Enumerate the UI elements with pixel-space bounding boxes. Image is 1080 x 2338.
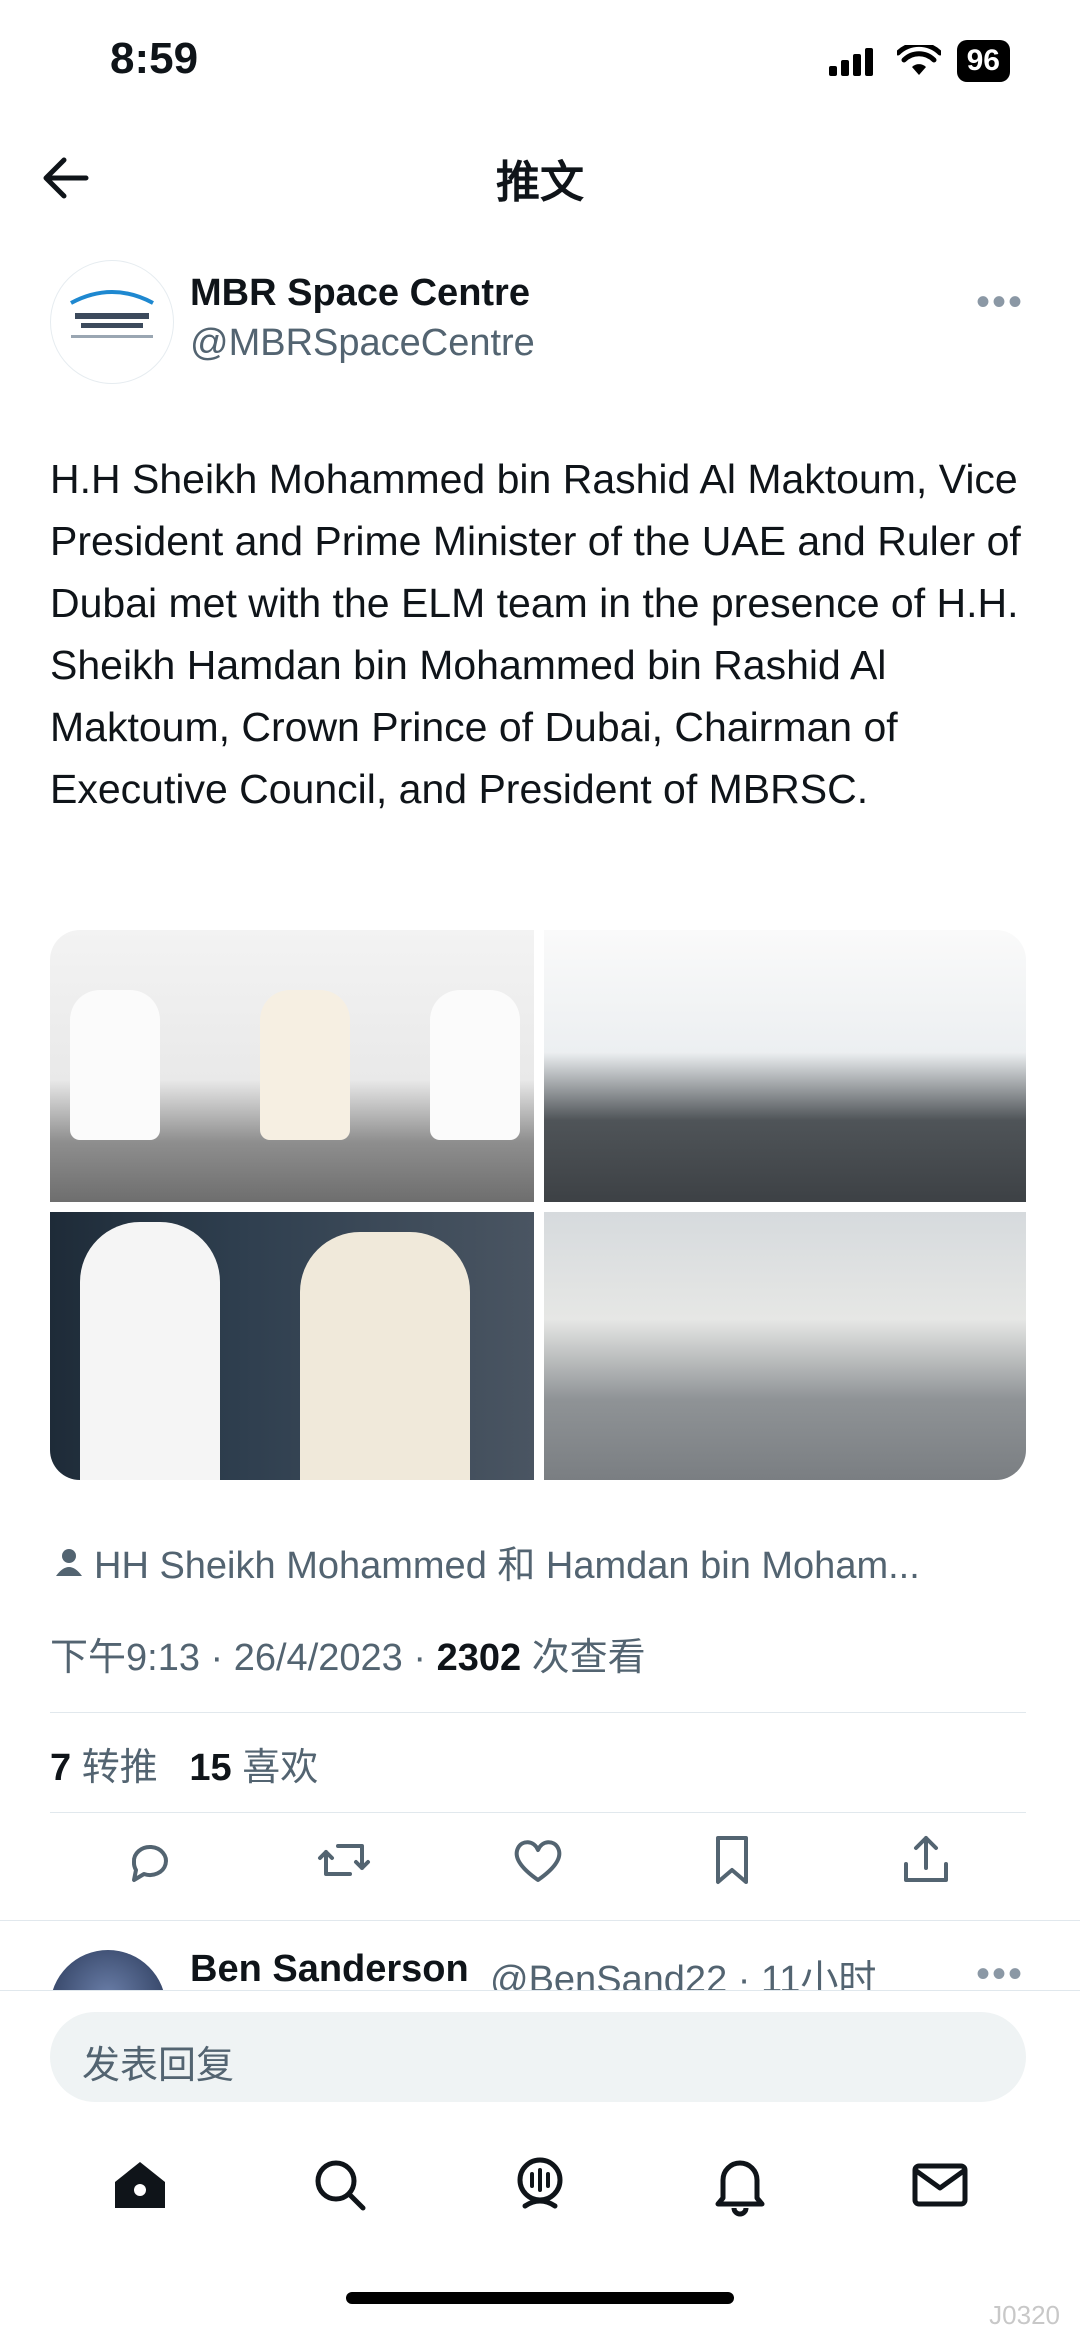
home-icon[interactable] bbox=[105, 2150, 175, 2220]
divider bbox=[50, 1812, 1026, 1813]
person-icon bbox=[56, 1548, 82, 1576]
tagged-people-text: HH Sheikh Mohammed 和 Hamdan bin Moham... bbox=[94, 1545, 920, 1587]
status-time: 8:59 bbox=[110, 34, 199, 83]
cellular-signal-icon bbox=[828, 48, 873, 76]
photo-1[interactable] bbox=[50, 930, 534, 1202]
bookmark-icon[interactable] bbox=[702, 1830, 762, 1890]
like-count[interactable]: 15 bbox=[189, 1747, 231, 1789]
messages-envelope-icon[interactable] bbox=[905, 2150, 975, 2220]
reply-icon[interactable] bbox=[120, 1830, 180, 1890]
wifi-icon bbox=[896, 45, 941, 75]
search-icon[interactable] bbox=[305, 2150, 375, 2220]
tagged-people[interactable]: HH Sheikh Mohammed 和 Hamdan bin Moham... bbox=[56, 1534, 920, 1589]
tweet-text: H.H Sheikh Mohammed bin Rashid Al Maktou… bbox=[50, 456, 1021, 812]
watermark: J0320 bbox=[989, 2300, 1060, 2330]
engagement-stats: 7 转推 15 喜欢 bbox=[50, 1736, 318, 1791]
photo-3[interactable] bbox=[50, 1212, 534, 1480]
home-indicator bbox=[346, 2292, 734, 2304]
like-label[interactable]: 喜欢 bbox=[242, 1747, 318, 1789]
share-icon[interactable] bbox=[896, 1830, 956, 1890]
photo-2[interactable] bbox=[544, 930, 1026, 1202]
reply-author-name[interactable]: Ben Sanderson bbox=[190, 1948, 469, 1991]
reply-input-placeholder: 发表回复 bbox=[82, 2045, 235, 2087]
author-avatar[interactable] bbox=[50, 260, 174, 384]
like-heart-icon[interactable] bbox=[508, 1830, 568, 1890]
divider bbox=[50, 1712, 1026, 1713]
photo-grid[interactable] bbox=[50, 930, 1026, 1480]
photo-4[interactable] bbox=[544, 1212, 1026, 1480]
bottom-tab-bar bbox=[0, 2150, 1080, 2220]
retweet-label[interactable]: 转推 bbox=[82, 1747, 158, 1789]
action-bar bbox=[50, 1830, 1026, 1890]
notifications-bell-icon[interactable] bbox=[705, 2150, 775, 2220]
retweet-icon[interactable] bbox=[314, 1830, 374, 1890]
view-count: 2302 bbox=[436, 1637, 522, 1679]
spaces-microphone-icon[interactable] bbox=[505, 2150, 575, 2220]
mbrsc-logo-icon bbox=[70, 290, 154, 338]
battery-indicator: 96 bbox=[956, 40, 1010, 82]
status-icons: 96 bbox=[828, 40, 1010, 82]
divider bbox=[0, 1920, 1080, 1921]
tweet-timestamp: 下午9:13 · 26/4/2023 · bbox=[50, 1637, 437, 1679]
reply-input[interactable]: 发表回复 bbox=[50, 2012, 1026, 2102]
author-handle[interactable]: @MBRSpaceCentre bbox=[190, 322, 535, 365]
view-label: 次查看 bbox=[521, 1637, 646, 1679]
author-name[interactable]: MBR Space Centre bbox=[190, 272, 530, 315]
tweet-meta: 下午9:13 · 26/4/2023 · 2302 次查看 bbox=[50, 1626, 646, 1681]
more-options-icon[interactable]: ••• bbox=[976, 280, 1024, 325]
retweet-count[interactable]: 7 bbox=[50, 1747, 71, 1789]
page-title: 推文 bbox=[496, 158, 584, 207]
